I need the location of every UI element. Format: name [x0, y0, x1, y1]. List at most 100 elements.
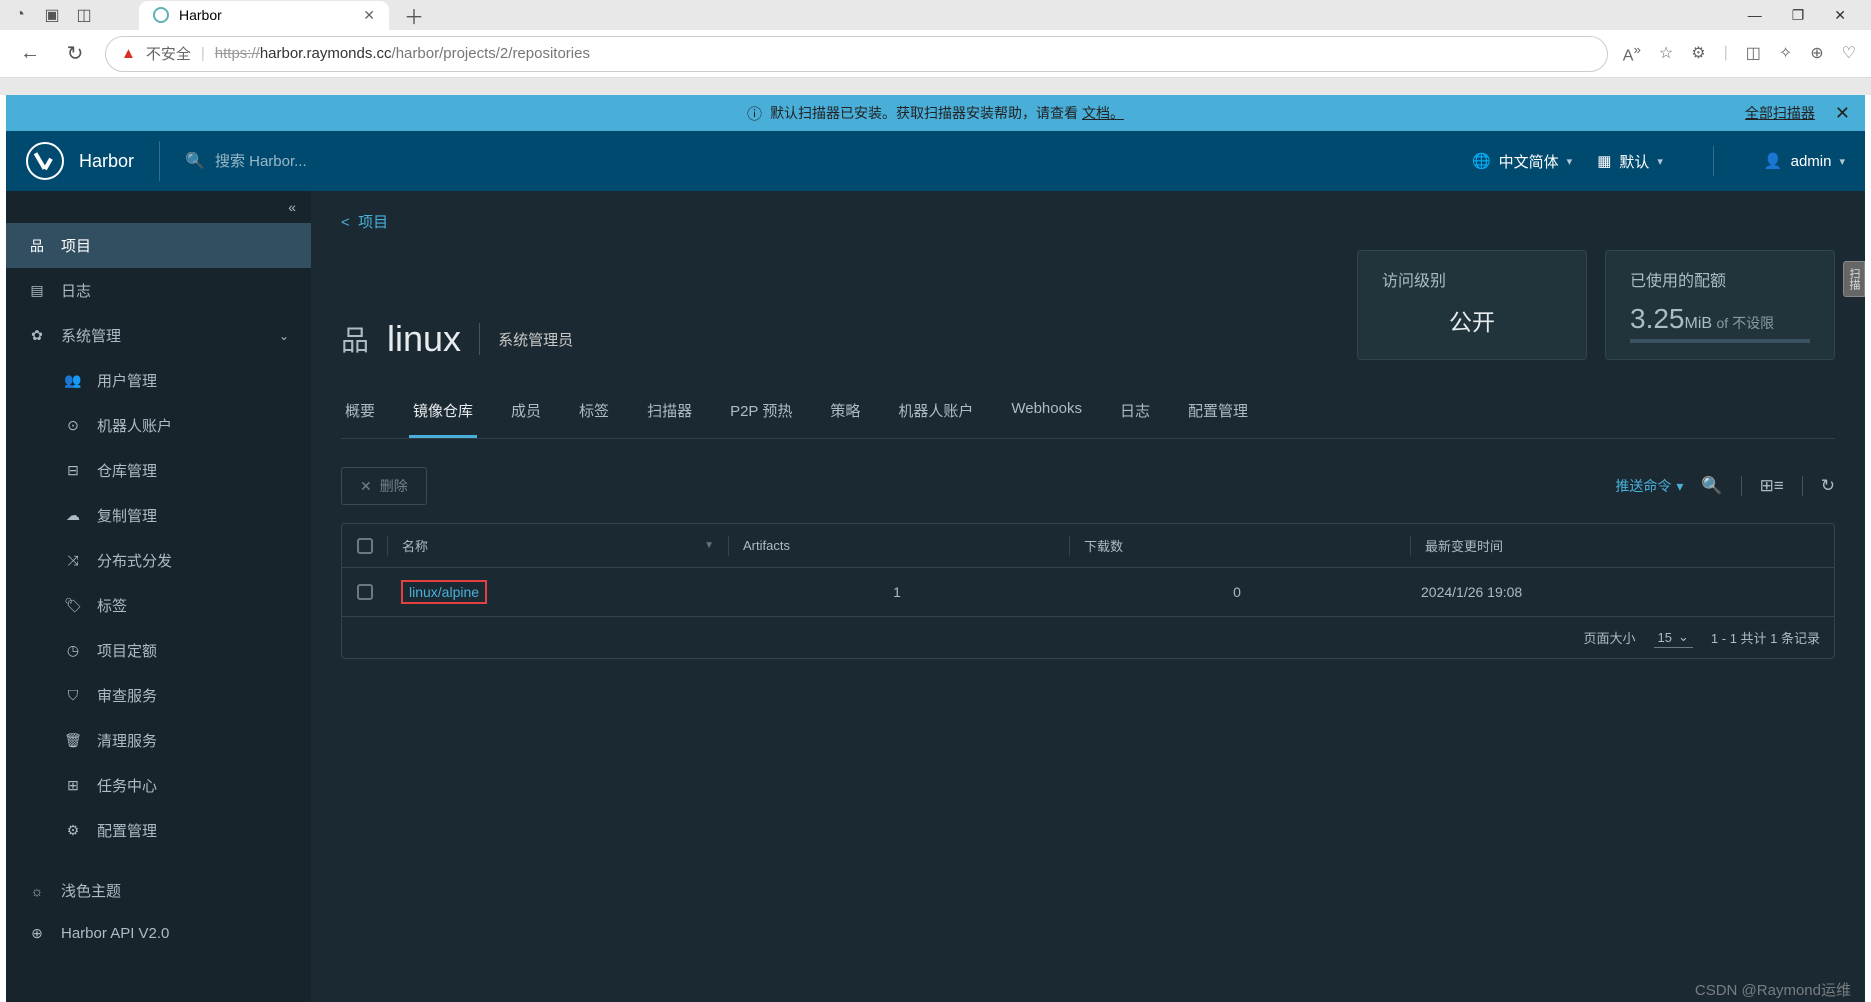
- theme-selector[interactable]: ▦ 默认 ▾: [1597, 151, 1663, 172]
- sidebar-item-interrogation[interactable]: ⛉审查服务: [6, 673, 311, 718]
- side-widget[interactable]: 扫描: [1843, 261, 1865, 297]
- sidebar-item-registries[interactable]: ⊟仓库管理: [6, 448, 311, 493]
- close-icon: ✕: [360, 478, 372, 495]
- chevron-down-icon: ▾: [1567, 155, 1573, 168]
- column-header-artifacts[interactable]: Artifacts: [729, 526, 1069, 565]
- address-bar[interactable]: ▲ 不安全 | https://harbor.raymonds.cc/harbo…: [105, 36, 1608, 72]
- sidebar-item-theme[interactable]: ☼浅色主题: [6, 868, 311, 913]
- sidebar-item-robots[interactable]: ⊙机器人账户: [6, 403, 311, 448]
- workspaces-icon[interactable]: ▣: [42, 5, 62, 25]
- users-icon: 👥: [64, 372, 82, 389]
- extensions-icon[interactable]: ⚙: [1691, 43, 1705, 63]
- sidebar-item-users[interactable]: 👥用户管理: [6, 358, 311, 403]
- tabs-overview-icon[interactable]: ◫: [74, 5, 94, 25]
- sidebar-item-quota[interactable]: ◷项目定额: [6, 628, 311, 673]
- sun-icon: ☼: [28, 883, 46, 899]
- column-header-pulls[interactable]: 下载数: [1070, 524, 1410, 567]
- all-scanners-link[interactable]: 全部扫描器: [1745, 103, 1815, 123]
- sidebar-item-jobs[interactable]: ⊞任务中心: [6, 763, 311, 808]
- window-maximize-icon[interactable]: ❐: [1792, 7, 1805, 24]
- performance-icon[interactable]: ♡: [1842, 43, 1856, 63]
- user-menu[interactable]: 👤 admin ▾: [1764, 152, 1845, 170]
- page-size-selector[interactable]: 15⌄: [1654, 627, 1693, 648]
- tab-config[interactable]: 配置管理: [1184, 390, 1252, 438]
- book-icon: ▤: [28, 282, 46, 299]
- language-selector[interactable]: 🌐 中文简体 ▾: [1472, 151, 1572, 172]
- calendar-icon: ▦: [1597, 152, 1611, 170]
- sidebar-item-labels[interactable]: 🏷标签: [6, 583, 311, 628]
- column-header-time[interactable]: 最新变更时间: [1411, 524, 1834, 567]
- tab-members[interactable]: 成员: [507, 390, 545, 438]
- browser-tab[interactable]: Harbor ✕: [139, 1, 389, 30]
- search-icon: 🔍: [185, 151, 205, 171]
- window-close-icon[interactable]: ✕: [1834, 7, 1846, 24]
- browser-chrome: ◔ ▣ ◫ Harbor ✕ ＋ — ❐ ✕ ← ↻ ▲ 不安全 | https…: [0, 0, 1871, 95]
- url-text: https://harbor.raymonds.cc/harbor/projec…: [215, 45, 590, 62]
- search-input[interactable]: [215, 153, 515, 170]
- push-command-dropdown[interactable]: 推送命令▾: [1615, 476, 1683, 496]
- stat-access-label: 访问级别: [1382, 267, 1562, 291]
- tab-webhooks[interactable]: Webhooks: [1007, 390, 1086, 438]
- column-header-name[interactable]: 名称▼: [388, 524, 728, 567]
- tab-close-icon[interactable]: ✕: [363, 7, 375, 24]
- stat-access-value: 公开: [1382, 303, 1562, 337]
- sidebar-item-distribution[interactable]: ⤨分布式分发: [6, 538, 311, 583]
- read-aloud-icon[interactable]: A»: [1623, 42, 1641, 65]
- repository-link[interactable]: linux/alpine: [401, 580, 487, 604]
- collections-icon[interactable]: ✧: [1779, 43, 1792, 63]
- delete-button[interactable]: ✕删除: [341, 467, 427, 505]
- chevron-down-icon: ⌄: [1678, 629, 1689, 645]
- back-button-icon[interactable]: ←: [15, 42, 45, 65]
- tab-scanner[interactable]: 扫描器: [643, 390, 696, 438]
- sidebar-item-logs[interactable]: ▤日志: [6, 268, 311, 313]
- refresh-button-icon[interactable]: ↻: [60, 41, 90, 66]
- tab-title: Harbor: [179, 7, 222, 23]
- refresh-icon[interactable]: ↻: [1821, 476, 1835, 496]
- tab-logs[interactable]: 日志: [1116, 390, 1154, 438]
- sidebar-collapse-icon[interactable]: «: [6, 191, 311, 223]
- sidebar-item-admin[interactable]: ✿系统管理⌄: [6, 313, 311, 358]
- chevron-down-icon: ⌄: [279, 329, 289, 343]
- doc-link[interactable]: 文档。: [1082, 105, 1124, 121]
- database-icon: ⊟: [64, 462, 82, 479]
- new-tab-button[interactable]: ＋: [394, 1, 434, 30]
- breadcrumb-back[interactable]: < 项目: [341, 211, 388, 232]
- stat-card-quota: 已使用的配额 3.25MiB of 不设限: [1605, 250, 1835, 360]
- tab-policy[interactable]: 策略: [826, 390, 864, 438]
- sidebar: « 品项目 ▤日志 ✿系统管理⌄ 👥用户管理 ⊙机器人账户 ⊟仓库管理 ☁复制管…: [6, 191, 311, 1002]
- profile-icon[interactable]: ◔: [10, 5, 30, 25]
- sidebar-item-replication[interactable]: ☁复制管理: [6, 493, 311, 538]
- info-banner: ⓘ 默认扫描器已安装。获取扫描器安装帮助，请查看 文档。 全部扫描器 ✕: [6, 95, 1865, 131]
- download-icon[interactable]: ⊕: [1810, 43, 1823, 63]
- tab-labels[interactable]: 标签: [575, 390, 613, 438]
- gear-icon: ⚙: [64, 822, 82, 839]
- app-header: Harbor 🔍 🌐 中文简体 ▾ ▦ 默认 ▾ 👤 admin ▾: [6, 131, 1865, 191]
- globe-icon: 🌐: [1472, 152, 1491, 170]
- tab-robots[interactable]: 机器人账户: [894, 390, 977, 438]
- select-all-checkbox[interactable]: [357, 538, 373, 554]
- project-tabs: 概要 镜像仓库 成员 标签 扫描器 P2P 预热 策略 机器人账户 Webhoo…: [341, 390, 1835, 439]
- chevron-down-icon: ▾: [1657, 155, 1663, 168]
- tab-p2p[interactable]: P2P 预热: [726, 390, 796, 438]
- tab-summary[interactable]: 概要: [341, 390, 379, 438]
- sidebar-item-gc[interactable]: 🗑清理服务: [6, 718, 311, 763]
- stat-quota-label: 已使用的配额: [1630, 267, 1810, 291]
- favorite-icon[interactable]: ☆: [1659, 43, 1673, 63]
- card-view-icon[interactable]: ⊞≡: [1760, 476, 1784, 496]
- robot-icon: ⊙: [64, 417, 82, 434]
- project-name: linux: [387, 318, 461, 360]
- sidebar-item-projects[interactable]: 品项目: [6, 223, 311, 268]
- row-checkbox[interactable]: [357, 584, 373, 600]
- stat-quota-value: 3.25MiB of 不设限: [1630, 303, 1810, 335]
- watermark: CSDN @Raymond运维: [1695, 979, 1851, 1000]
- banner-close-icon[interactable]: ✕: [1835, 103, 1850, 124]
- split-screen-icon[interactable]: ◫: [1746, 43, 1761, 63]
- chevron-down-icon: ▾: [1676, 478, 1683, 495]
- sidebar-item-api[interactable]: ⊕Harbor API V2.0: [6, 913, 311, 954]
- filter-icon[interactable]: ▼: [704, 540, 714, 551]
- sidebar-item-config[interactable]: ⚙配置管理: [6, 808, 311, 853]
- window-minimize-icon[interactable]: —: [1748, 7, 1762, 24]
- tab-repositories[interactable]: 镜像仓库: [409, 390, 477, 438]
- search-icon[interactable]: 🔍: [1701, 476, 1722, 496]
- trash-icon: 🗑: [64, 732, 82, 749]
